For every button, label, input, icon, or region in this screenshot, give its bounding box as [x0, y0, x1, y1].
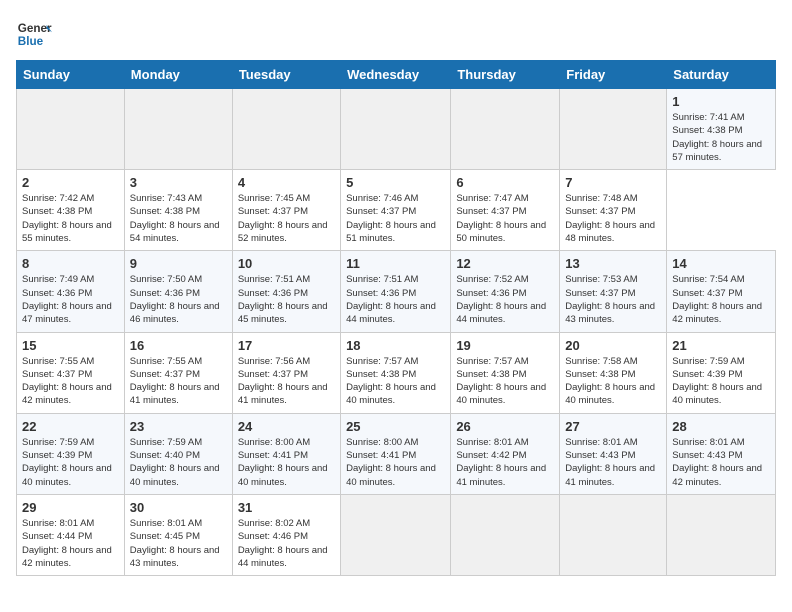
day-cell-7: 7Sunrise: 7:48 AMSunset: 4:37 PMDaylight…	[560, 170, 667, 251]
day-cell-25: 25Sunrise: 8:00 AMSunset: 4:41 PMDayligh…	[341, 413, 451, 494]
calendar-week-1: 1Sunrise: 7:41 AMSunset: 4:38 PMDaylight…	[17, 89, 776, 170]
day-cell-15: 15Sunrise: 7:55 AMSunset: 4:37 PMDayligh…	[17, 332, 125, 413]
calendar-week-4: 15Sunrise: 7:55 AMSunset: 4:37 PMDayligh…	[17, 332, 776, 413]
day-cell-20: 20Sunrise: 7:58 AMSunset: 4:38 PMDayligh…	[560, 332, 667, 413]
day-cell-11: 11Sunrise: 7:51 AMSunset: 4:36 PMDayligh…	[341, 251, 451, 332]
empty-cell	[667, 494, 776, 575]
day-cell-30: 30Sunrise: 8:01 AMSunset: 4:45 PMDayligh…	[124, 494, 232, 575]
logo: General Blue	[16, 16, 52, 52]
empty-cell	[341, 494, 451, 575]
empty-cell	[17, 89, 125, 170]
day-cell-26: 26Sunrise: 8:01 AMSunset: 4:42 PMDayligh…	[451, 413, 560, 494]
empty-cell	[341, 89, 451, 170]
calendar-table: SundayMondayTuesdayWednesdayThursdayFrid…	[16, 60, 776, 576]
day-cell-19: 19Sunrise: 7:57 AMSunset: 4:38 PMDayligh…	[451, 332, 560, 413]
weekday-header-tuesday: Tuesday	[232, 61, 340, 89]
weekday-header-thursday: Thursday	[451, 61, 560, 89]
page-header: General Blue	[16, 16, 776, 52]
logo-icon: General Blue	[16, 16, 52, 52]
day-cell-13: 13Sunrise: 7:53 AMSunset: 4:37 PMDayligh…	[560, 251, 667, 332]
day-cell-16: 16Sunrise: 7:55 AMSunset: 4:37 PMDayligh…	[124, 332, 232, 413]
empty-cell	[560, 89, 667, 170]
day-cell-6: 6Sunrise: 7:47 AMSunset: 4:37 PMDaylight…	[451, 170, 560, 251]
day-cell-9: 9Sunrise: 7:50 AMSunset: 4:36 PMDaylight…	[124, 251, 232, 332]
day-cell-17: 17Sunrise: 7:56 AMSunset: 4:37 PMDayligh…	[232, 332, 340, 413]
day-cell-14: 14Sunrise: 7:54 AMSunset: 4:37 PMDayligh…	[667, 251, 776, 332]
calendar-week-5: 22Sunrise: 7:59 AMSunset: 4:39 PMDayligh…	[17, 413, 776, 494]
svg-text:Blue: Blue	[18, 35, 44, 48]
empty-cell	[451, 494, 560, 575]
day-cell-1: 1Sunrise: 7:41 AMSunset: 4:38 PMDaylight…	[667, 89, 776, 170]
weekday-header-friday: Friday	[560, 61, 667, 89]
day-cell-10: 10Sunrise: 7:51 AMSunset: 4:36 PMDayligh…	[232, 251, 340, 332]
calendar-week-2: 2Sunrise: 7:42 AMSunset: 4:38 PMDaylight…	[17, 170, 776, 251]
calendar-week-6: 29Sunrise: 8:01 AMSunset: 4:44 PMDayligh…	[17, 494, 776, 575]
weekday-header-wednesday: Wednesday	[341, 61, 451, 89]
calendar-week-3: 8Sunrise: 7:49 AMSunset: 4:36 PMDaylight…	[17, 251, 776, 332]
day-cell-18: 18Sunrise: 7:57 AMSunset: 4:38 PMDayligh…	[341, 332, 451, 413]
empty-cell	[124, 89, 232, 170]
weekday-header-saturday: Saturday	[667, 61, 776, 89]
weekday-header-sunday: Sunday	[17, 61, 125, 89]
day-cell-31: 31Sunrise: 8:02 AMSunset: 4:46 PMDayligh…	[232, 494, 340, 575]
day-cell-12: 12Sunrise: 7:52 AMSunset: 4:36 PMDayligh…	[451, 251, 560, 332]
day-cell-21: 21Sunrise: 7:59 AMSunset: 4:39 PMDayligh…	[667, 332, 776, 413]
day-cell-3: 3Sunrise: 7:43 AMSunset: 4:38 PMDaylight…	[124, 170, 232, 251]
empty-cell	[560, 494, 667, 575]
day-cell-4: 4Sunrise: 7:45 AMSunset: 4:37 PMDaylight…	[232, 170, 340, 251]
day-cell-28: 28Sunrise: 8:01 AMSunset: 4:43 PMDayligh…	[667, 413, 776, 494]
day-cell-2: 2Sunrise: 7:42 AMSunset: 4:38 PMDaylight…	[17, 170, 125, 251]
day-cell-8: 8Sunrise: 7:49 AMSunset: 4:36 PMDaylight…	[17, 251, 125, 332]
empty-cell	[232, 89, 340, 170]
day-cell-5: 5Sunrise: 7:46 AMSunset: 4:37 PMDaylight…	[341, 170, 451, 251]
day-cell-24: 24Sunrise: 8:00 AMSunset: 4:41 PMDayligh…	[232, 413, 340, 494]
empty-cell	[451, 89, 560, 170]
weekday-header-monday: Monday	[124, 61, 232, 89]
day-cell-22: 22Sunrise: 7:59 AMSunset: 4:39 PMDayligh…	[17, 413, 125, 494]
day-cell-27: 27Sunrise: 8:01 AMSunset: 4:43 PMDayligh…	[560, 413, 667, 494]
day-cell-23: 23Sunrise: 7:59 AMSunset: 4:40 PMDayligh…	[124, 413, 232, 494]
day-cell-29: 29Sunrise: 8:01 AMSunset: 4:44 PMDayligh…	[17, 494, 125, 575]
